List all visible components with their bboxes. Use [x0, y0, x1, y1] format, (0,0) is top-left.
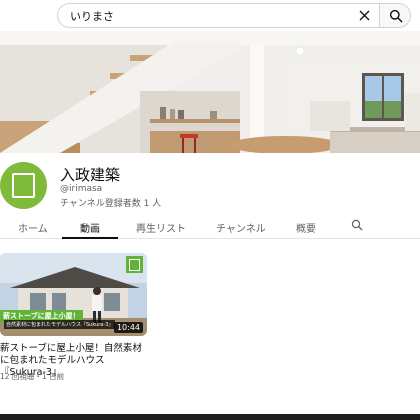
channel-tabs: ホーム 動画 再生リスト チャンネル 概要 [0, 212, 420, 239]
search-input[interactable]: いりまさ [57, 3, 379, 28]
tab-channels[interactable]: チャンネル [216, 220, 266, 235]
channel-handle: @irimasa [60, 184, 103, 194]
top-bar: いりまさ [0, 0, 420, 30]
tab-playlists[interactable]: 再生リスト [136, 220, 186, 235]
tab-about[interactable]: 概要 [296, 220, 316, 235]
close-icon[interactable] [358, 9, 371, 22]
active-tab-indicator [62, 237, 118, 239]
tab-home[interactable]: ホーム [18, 220, 48, 235]
bottom-bar [0, 414, 420, 420]
banner-image [0, 31, 420, 153]
search-icon[interactable] [351, 219, 363, 231]
brand-logo-icon [126, 256, 143, 273]
channel-logo-icon [12, 173, 35, 198]
subscriber-count: チャンネル登録者数 1 人 [60, 199, 162, 209]
channel-avatar[interactable] [0, 162, 47, 209]
tab-videos[interactable]: 動画 [80, 220, 100, 235]
search-button[interactable] [379, 3, 411, 28]
channel-name: 入政建築 [60, 166, 121, 184]
search-icon [389, 9, 403, 23]
channel-banner [0, 31, 420, 153]
search-query-text[interactable]: いりまさ [70, 8, 114, 24]
video-thumbnail[interactable]: 薪ストーブに屋上小屋！ 自然素材に包まれたモデルハウス『Sukura-3』 10… [0, 253, 147, 336]
thumbnail-subcaption: 自然素材に包まれたモデルハウス『Sukura-3』 [4, 320, 116, 329]
video-duration: 10:44 [113, 322, 143, 333]
video-meta: 12 回視聴・1 日前 [0, 372, 65, 381]
